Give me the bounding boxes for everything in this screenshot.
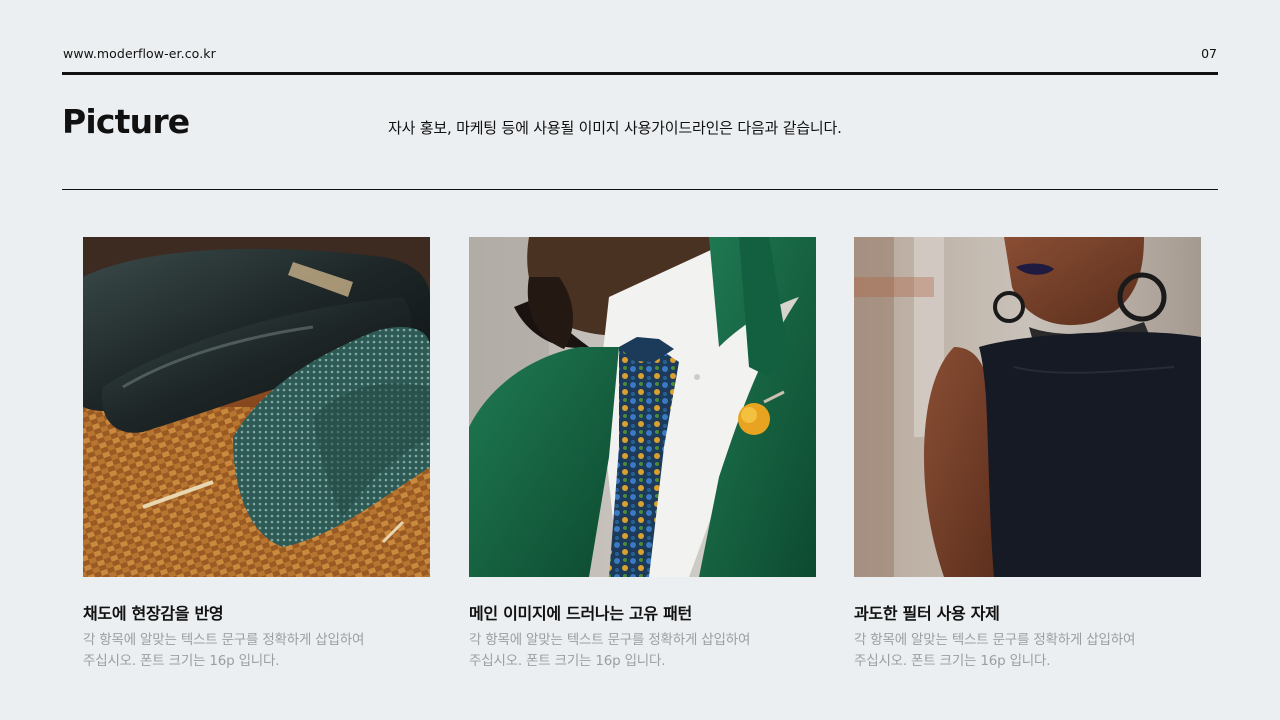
card-description-line: 주십시오. 폰트 크기는 16p 입니다. xyxy=(854,653,1051,669)
picture-card-1: 채도에 현장감을 반영 각 항목에 알맞는 텍스트 문구를 정확하게 삽입하여 … xyxy=(83,237,430,672)
card-description-line: 주십시오. 폰트 크기는 16p 입니다. xyxy=(83,653,280,669)
card-description-line: 주십시오. 폰트 크기는 16p 입니다. xyxy=(469,653,666,669)
top-divider xyxy=(62,72,1218,75)
picture-card-3: 과도한 필터 사용 자제 각 항목에 알맞는 텍스트 문구를 정확하게 삽입하여… xyxy=(854,237,1201,672)
card-description: 각 항목에 알맞는 텍스트 문구를 정확하게 삽입하여 주십시오. 폰트 크기는… xyxy=(469,630,799,672)
card-description-line: 각 항목에 알맞는 텍스트 문구를 정확하게 삽입하여 xyxy=(854,632,1136,648)
page-number: 07 xyxy=(1201,46,1217,61)
site-url: www.moderflow-er.co.kr xyxy=(63,46,216,61)
section-intro: 자사 홍보, 마케팅 등에 사용될 이미지 사용가이드라인은 다음과 같습니다. xyxy=(388,119,842,137)
card-title: 메인 이미지에 드러나는 고유 패턴 xyxy=(469,604,692,623)
woman-black-top-photo xyxy=(854,237,1201,577)
card-description: 각 항목에 알맞는 텍스트 문구를 정확하게 삽입하여 주십시오. 폰트 크기는… xyxy=(854,630,1184,672)
section-title: Picture xyxy=(62,102,190,141)
card-title: 채도에 현장감을 반영 xyxy=(83,604,224,623)
middle-divider xyxy=(62,189,1218,190)
card-description: 각 항목에 알맞는 텍스트 문구를 정확하게 삽입하여 주십시오. 폰트 크기는… xyxy=(83,630,413,672)
card-description-line: 각 항목에 알맞는 텍스트 문구를 정확하게 삽입하여 xyxy=(469,632,751,648)
shoes-tie-photo xyxy=(83,237,430,577)
picture-card-2: 메인 이미지에 드러나는 고유 패턴 각 항목에 알맞는 텍스트 문구를 정확하… xyxy=(469,237,816,672)
card-description-line: 각 항목에 알맞는 텍스트 문구를 정확하게 삽입하여 xyxy=(83,632,365,648)
green-blazer-photo xyxy=(469,237,816,577)
card-title: 과도한 필터 사용 자제 xyxy=(854,604,1000,623)
